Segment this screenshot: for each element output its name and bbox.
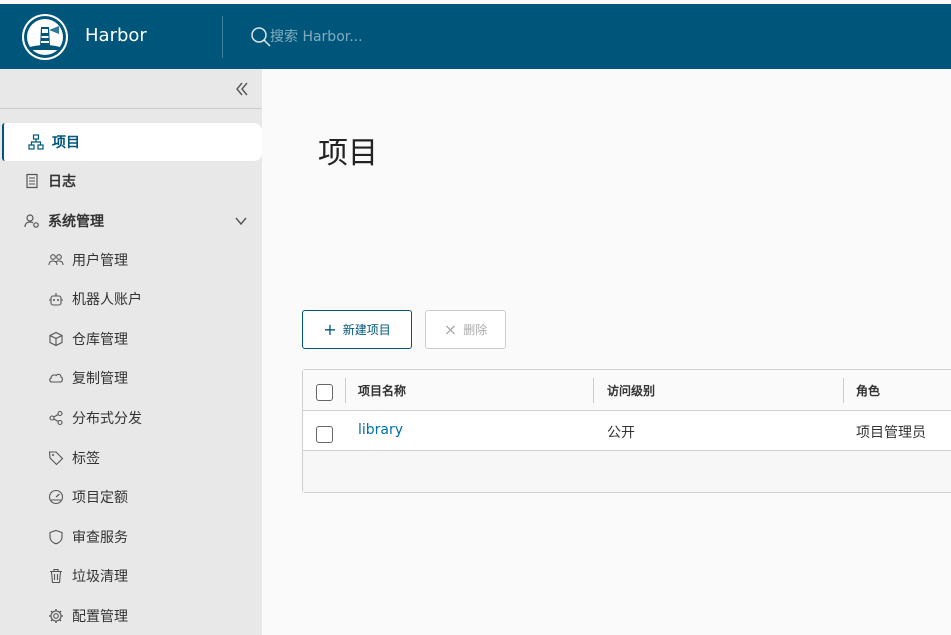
users-icon xyxy=(48,254,64,266)
select-all-checkbox[interactable] xyxy=(316,384,333,401)
column-header-access[interactable]: 访问级别 xyxy=(607,382,655,399)
delete-label: 删除 xyxy=(463,323,488,337)
chevron-down-icon[interactable] xyxy=(234,214,248,228)
header-divider xyxy=(222,16,223,58)
app-title: Harbor xyxy=(85,25,147,46)
table-footer xyxy=(303,451,951,492)
document-icon xyxy=(26,173,38,189)
trash-icon xyxy=(50,568,62,584)
sidebar-item-robot-accounts[interactable]: 机器人账户 xyxy=(0,280,262,318)
sidebar-item-label: 分布式分发 xyxy=(72,411,142,427)
gauge-icon xyxy=(48,489,64,505)
sidebar-item-configuration[interactable]: 配置管理 xyxy=(0,597,262,635)
column-header-name[interactable]: 项目名称 xyxy=(358,382,406,399)
sidebar-item-garbage-collection[interactable]: 垃圾清理 xyxy=(0,557,262,595)
sidebar-item-labels[interactable]: 标签 xyxy=(0,439,262,477)
sidebar-item-label: 系统管理 xyxy=(48,214,104,230)
sidebar-item-label: 项目 xyxy=(52,135,80,151)
sidebar-item-distributions[interactable]: 分布式分发 xyxy=(0,399,262,437)
sitemap-icon xyxy=(28,134,44,150)
sidebar-item-label: 配置管理 xyxy=(72,609,128,625)
sidebar-item-interrogation-services[interactable]: 审查服务 xyxy=(0,518,262,556)
column-separator[interactable] xyxy=(593,378,594,403)
table-row[interactable]: library 公开 项目管理员 xyxy=(303,411,951,451)
sidebar: 项目 日志 系统管理 用户管理 机器人账户 仓库管理 复制管理 分布式分发 标签… xyxy=(0,69,262,635)
sidebar-item-project-quotas[interactable]: 项目定额 xyxy=(0,478,262,516)
lighthouse-icon xyxy=(24,16,66,58)
cloud-icon xyxy=(49,373,63,383)
top-header: Harbor xyxy=(0,4,951,69)
sidebar-item-projects[interactable]: 项目 xyxy=(2,123,262,161)
search-input[interactable] xyxy=(270,24,490,50)
sidebar-item-label: 标签 xyxy=(72,451,100,467)
access-level-cell: 公开 xyxy=(607,425,635,441)
row-checkbox[interactable] xyxy=(316,426,333,443)
delete-button[interactable]: × 删除 xyxy=(425,310,506,349)
sidebar-item-registries[interactable]: 仓库管理 xyxy=(0,320,262,358)
harbor-logo[interactable] xyxy=(22,14,68,60)
table-header: 项目名称 访问级别 角色 xyxy=(303,370,951,411)
sidebar-item-label: 垃圾清理 xyxy=(72,569,128,585)
sidebar-item-logs[interactable]: 日志 xyxy=(0,162,262,200)
project-name-link[interactable]: library xyxy=(358,422,403,438)
projects-table: 项目名称 访问级别 角色 library 公开 项目管理员 xyxy=(302,369,951,493)
column-header-role[interactable]: 角色 xyxy=(856,382,880,399)
sidebar-item-replications[interactable]: 复制管理 xyxy=(0,359,262,397)
new-project-label: 新建项目 xyxy=(342,323,391,337)
sidebar-item-label: 机器人账户 xyxy=(72,292,142,308)
sidebar-item-label: 审查服务 xyxy=(72,530,128,546)
sidebar-item-label: 复制管理 xyxy=(72,371,128,387)
user-cog-icon xyxy=(24,214,39,228)
column-separator xyxy=(345,378,346,403)
sidebar-item-label: 日志 xyxy=(48,174,76,190)
gear-icon xyxy=(49,609,63,623)
new-project-button[interactable]: + 新建项目 xyxy=(302,310,412,349)
share-icon xyxy=(49,410,63,426)
sidebar-item-label: 仓库管理 xyxy=(72,332,128,348)
close-icon: × xyxy=(443,319,458,339)
search-icon xyxy=(251,27,271,47)
cube-icon xyxy=(49,331,63,347)
column-separator[interactable] xyxy=(843,378,844,403)
sidebar-item-administration[interactable]: 系统管理 xyxy=(0,202,262,240)
shield-icon xyxy=(49,529,63,545)
double-chevron-left-icon[interactable] xyxy=(232,79,252,99)
tag-icon xyxy=(48,451,64,466)
sidebar-item-label: 用户管理 xyxy=(72,253,128,269)
robot-icon xyxy=(49,293,63,306)
sidebar-collapse-row xyxy=(0,69,262,109)
role-cell: 项目管理员 xyxy=(856,425,926,441)
plus-icon: + xyxy=(323,319,337,339)
sidebar-item-label: 项目定额 xyxy=(72,490,128,506)
sidebar-item-users[interactable]: 用户管理 xyxy=(0,241,262,279)
page-title: 项目 xyxy=(318,136,378,171)
